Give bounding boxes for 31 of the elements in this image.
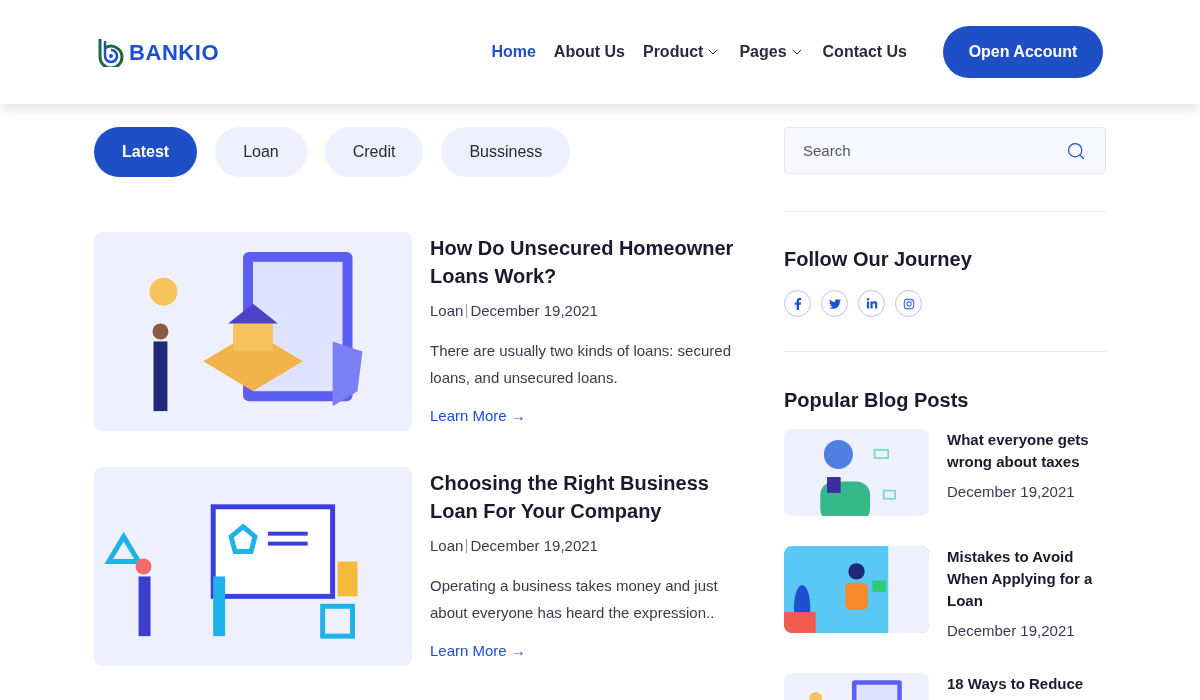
article-title[interactable]: How Do Unsecured Homeowner Loans Work? (430, 234, 750, 290)
category-tab[interactable]: Loan (215, 127, 307, 177)
category-tab[interactable]: Bussiness (441, 127, 571, 177)
article-date: December 19,2021 (470, 536, 598, 556)
logo-text: BANKIO (129, 38, 220, 67)
nav-link[interactable]: Product (642, 40, 722, 64)
nav-link[interactable]: Pages (739, 40, 805, 64)
article-category: Loan (430, 301, 464, 321)
category-tab[interactable]: Credit (324, 127, 424, 177)
post-date: December 19,2021 (947, 482, 1076, 502)
section-title: Follow Our Journey (784, 247, 973, 272)
category-tab[interactable]: Latest (94, 127, 198, 177)
article-date: December 19,2021 (470, 301, 598, 321)
post-title[interactable]: 18 Ways to Reduce (947, 672, 1084, 695)
post-title[interactable]: What everyone gets wrong about taxes (947, 429, 1106, 473)
nav-link[interactable]: Contact Us (822, 40, 907, 64)
search-icon[interactable] (1066, 141, 1086, 161)
open-account-button[interactable]: Open Account (943, 26, 1103, 78)
post-date: December 19,2021 (947, 621, 1076, 641)
article-excerpt: There are usually two kinds of loans: secured loans, and unsecured loans. (430, 340, 732, 388)
search-field[interactable]: Search (784, 127, 1106, 174)
nav-link[interactable]: About Us (553, 40, 625, 64)
article-category: Loan (430, 536, 464, 556)
logo-icon (97, 37, 125, 67)
learn-more-link[interactable]: Learn More → (430, 639, 750, 662)
learn-more-link[interactable]: Learn More → (430, 404, 750, 427)
article-excerpt: Operating a business takes money and just about everyone has heard the expression.. (430, 575, 719, 623)
post-title[interactable]: Mistakes to Avoid When Applying for a Loan (947, 546, 1106, 612)
nav-link[interactable]: Home (491, 40, 536, 64)
article-title[interactable]: Choosing the Right Business Loan For Your Company (430, 469, 750, 525)
section-title: Popular Blog Posts (784, 388, 970, 413)
